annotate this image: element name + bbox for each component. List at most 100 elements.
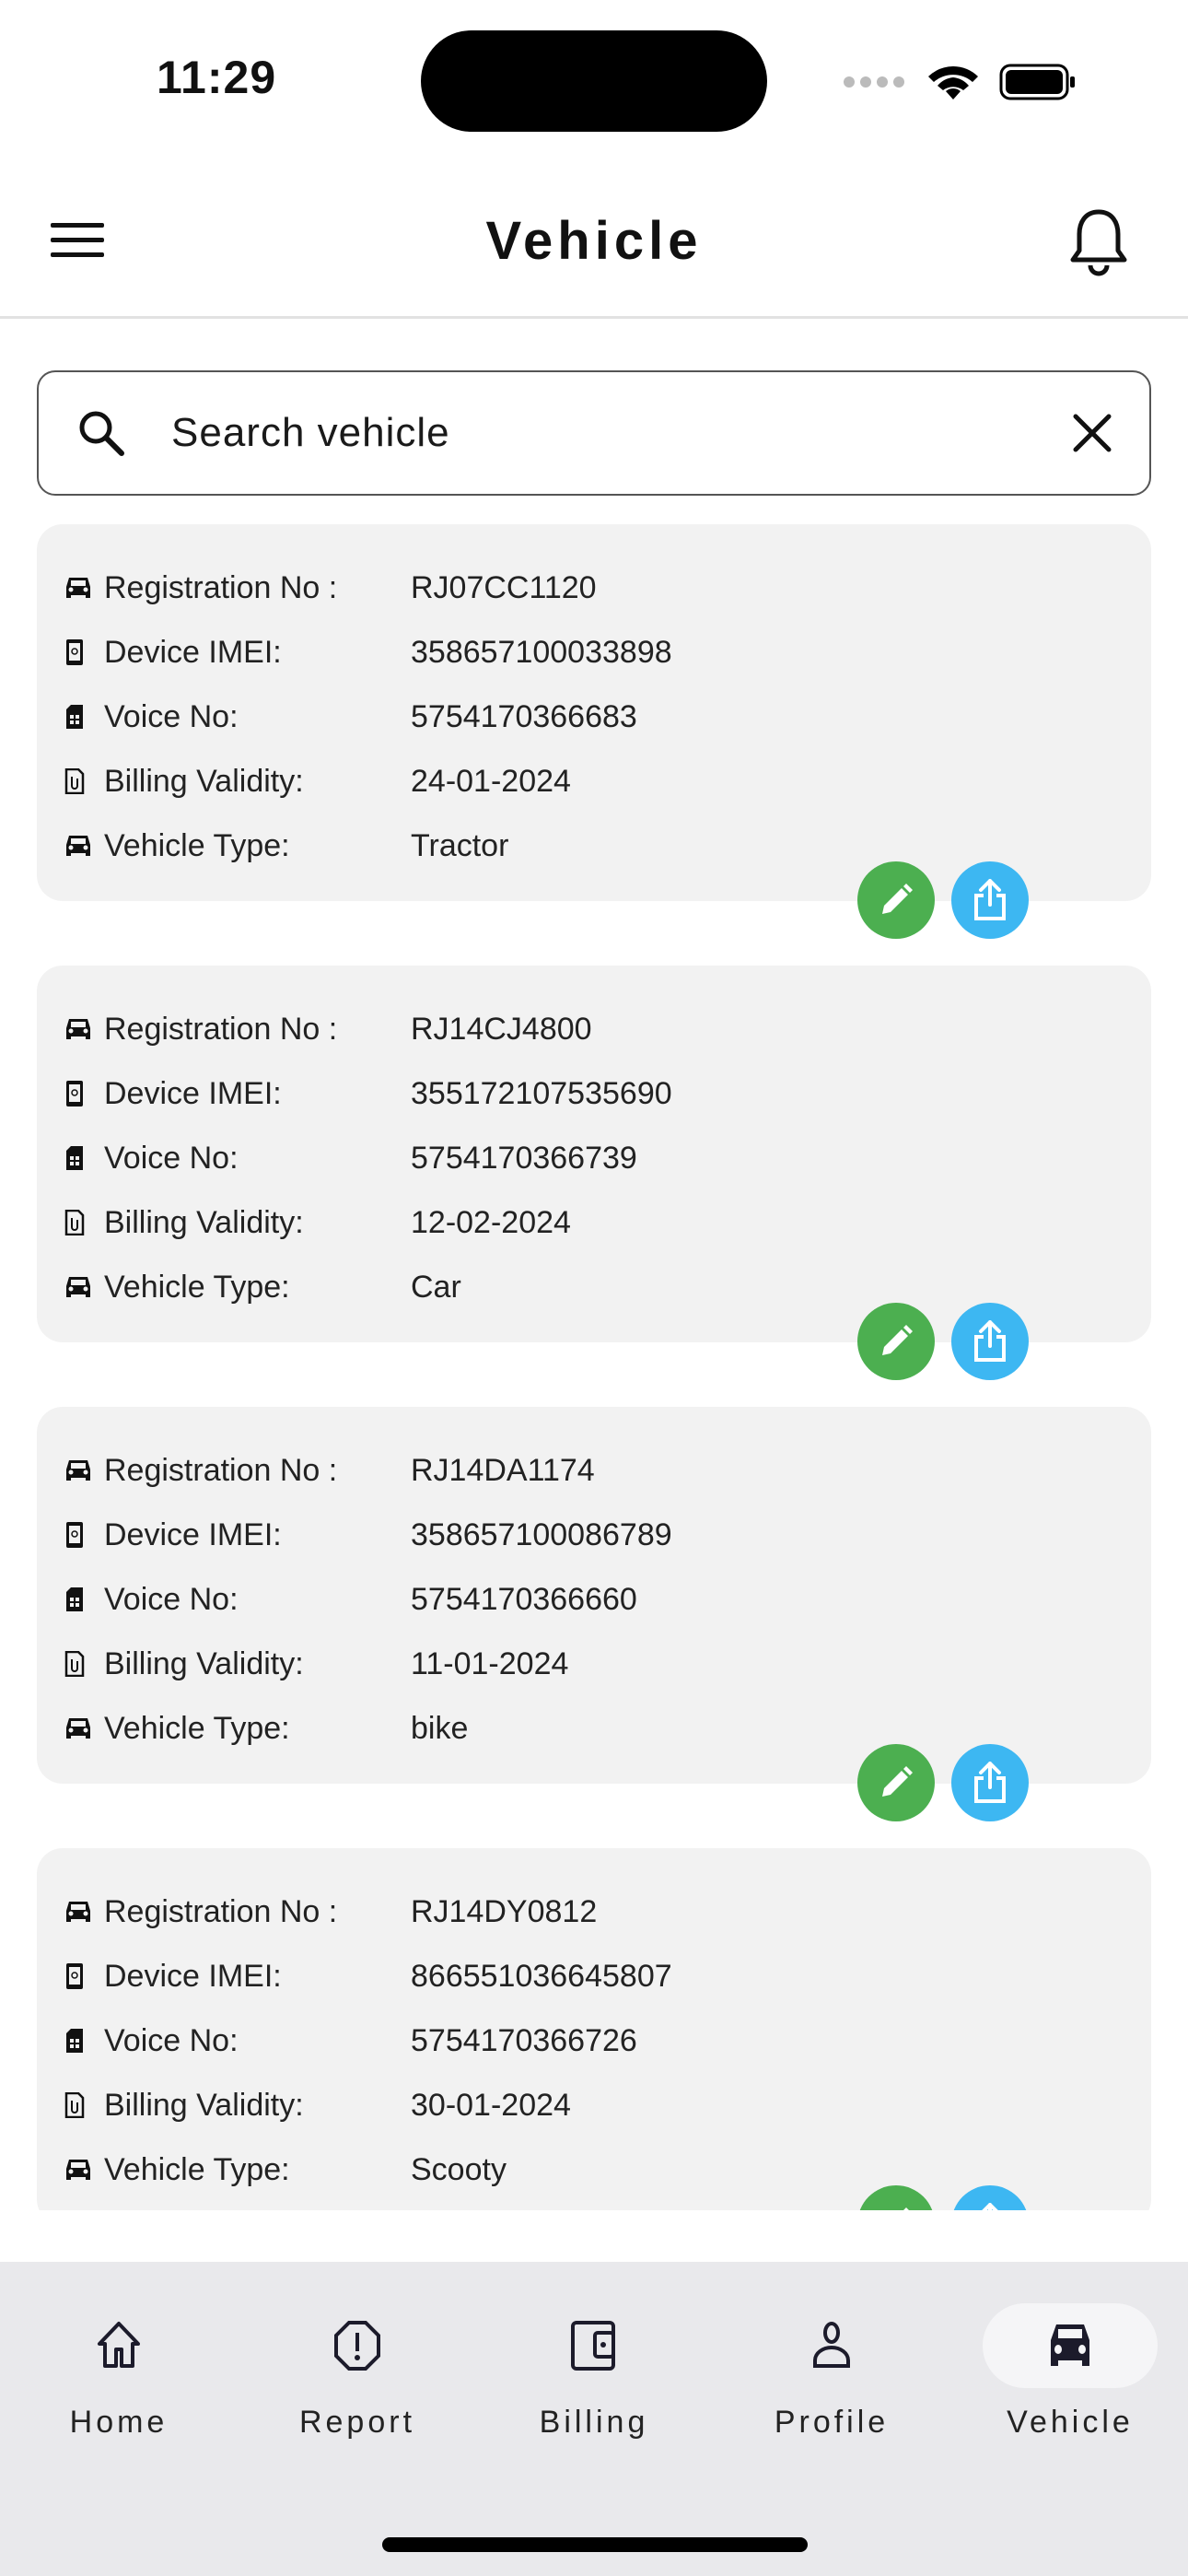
registration-label: Registration No : (104, 569, 338, 605)
billing-label: Billing Validity: (104, 2087, 304, 2123)
registration-label: Registration No : (104, 1452, 338, 1488)
sim-icon (64, 1586, 92, 1613)
billing-label: Billing Validity: (104, 763, 304, 799)
imei-value: 358657100086789 (411, 1516, 672, 1552)
vehicle-card: Registration No : RJ14CJ4800 Device IMEI:… (37, 966, 1151, 1380)
header-divider (0, 316, 1188, 319)
car-icon (64, 832, 92, 860)
imei-value: 866551036645807 (411, 1958, 672, 1994)
nav-tab-label: Report (298, 2405, 416, 2440)
type-value: Car (411, 1269, 461, 1305)
registration-row: Registration No : RJ07CC1120 (37, 556, 1151, 620)
page-title: Vehicle (485, 211, 703, 271)
car-icon (64, 2156, 92, 2184)
wifi-icon (928, 66, 978, 100)
notifications-button[interactable] (1068, 206, 1129, 281)
pencil-icon (882, 1766, 913, 1797)
device-icon (64, 638, 92, 666)
dynamic-island (421, 30, 767, 132)
bell-icon (1070, 209, 1127, 276)
type-label: Vehicle Type: (104, 2151, 290, 2187)
attachment-doc-icon (64, 2091, 92, 2119)
nav-tab-label: Vehicle (1007, 2405, 1134, 2440)
type-value: bike (411, 1710, 469, 1746)
imei-label: Device IMEI: (104, 1516, 282, 1552)
edit-button[interactable] (857, 1744, 935, 1821)
edit-button[interactable] (857, 1303, 935, 1380)
nav-tab-vehicle[interactable]: Vehicle (978, 2303, 1162, 2441)
sim-icon (64, 2027, 92, 2055)
voice-label: Voice No: (104, 2022, 239, 2058)
imei-value: 355172107535690 (411, 1075, 672, 1111)
type-label: Vehicle Type: (104, 1269, 290, 1305)
share-icon (974, 1762, 1006, 1803)
status-time: 11:29 (157, 52, 277, 103)
registration-label: Registration No : (104, 1011, 338, 1047)
share-icon (974, 879, 1006, 920)
billing-row: Billing Validity: 24-01-2024 (37, 749, 1151, 814)
attachment-doc-icon (64, 1209, 92, 1236)
edit-button[interactable] (857, 861, 935, 939)
sim-icon (64, 703, 92, 731)
search-placeholder: Search vehicle (171, 410, 450, 455)
voice-row: Voice No: 5754170366683 (37, 685, 1151, 749)
type-label: Vehicle Type: (104, 827, 290, 863)
imei-label: Device IMEI: (104, 634, 282, 670)
voice-row: Voice No: 5754170366726 (37, 2008, 1151, 2073)
voice-row: Voice No: 5754170366739 (37, 1126, 1151, 1190)
nav-tab-report[interactable]: Report (265, 2303, 449, 2441)
registration-value: RJ14CJ4800 (411, 1011, 592, 1047)
registration-value: RJ14DY0812 (411, 1893, 598, 1929)
vehicle-card: Registration No : RJ14DA1174 Device IMEI:… (37, 1407, 1151, 1821)
device-icon (64, 1521, 92, 1549)
imei-label: Device IMEI: (104, 1075, 282, 1111)
imei-label: Device IMEI: (104, 1958, 282, 1994)
vehicle-list[interactable]: Registration No : RJ07CC1120 Device IMEI:… (37, 524, 1151, 2210)
nav-tab-label: Home (69, 2405, 169, 2440)
registration-row: Registration No : RJ14DA1174 (37, 1438, 1151, 1503)
share-button[interactable] (951, 1303, 1029, 1380)
pencil-icon (882, 1325, 913, 1355)
car-icon (64, 1898, 92, 1926)
vehicle-card: Registration No : RJ07CC1120 Device IMEI:… (37, 524, 1151, 939)
nav-tab-home[interactable]: Home (27, 2303, 211, 2441)
imei-row: Device IMEI: 866551036645807 (37, 1944, 1151, 2008)
billing-value: 11-01-2024 (411, 1645, 569, 1681)
voice-label: Voice No: (104, 1581, 239, 1617)
voice-label: Voice No: (104, 1140, 239, 1176)
car-icon (64, 1715, 92, 1742)
voice-value: 5754170366683 (411, 698, 637, 734)
voice-value: 5754170366726 (411, 2022, 637, 2058)
nav-tab-profile[interactable]: Profile (740, 2303, 924, 2441)
imei-row: Device IMEI: 355172107535690 (37, 1061, 1151, 1126)
sim-icon (64, 1144, 92, 1172)
car-icon (64, 1457, 92, 1484)
share-icon (982, 2203, 998, 2210)
nav-tab-billing[interactable]: Billing (502, 2303, 686, 2441)
share-button[interactable] (951, 1744, 1029, 1821)
voice-label: Voice No: (104, 698, 239, 734)
bottom-nav: Home Report Billing Profile Vehicle (0, 2262, 1188, 2576)
billing-row: Billing Validity: 12-02-2024 (37, 1190, 1151, 1255)
share-icon (974, 1320, 1006, 1362)
wallet-icon (507, 2303, 681, 2388)
clear-search-button[interactable] (1072, 413, 1112, 453)
billing-label: Billing Validity: (104, 1645, 304, 1681)
signal-icon (844, 76, 904, 88)
search-input[interactable]: Search vehicle (37, 370, 1151, 496)
vehicle-card: Registration No : RJ14DY0812 Device IMEI:… (37, 1848, 1151, 2210)
imei-row: Device IMEI: 358657100033898 (37, 620, 1151, 685)
imei-value: 358657100033898 (411, 634, 672, 670)
nav-tab-label: Billing (539, 2405, 649, 2440)
registration-value: RJ07CC1120 (411, 569, 597, 605)
car-icon (983, 2303, 1158, 2388)
share-button[interactable] (951, 861, 1029, 939)
billing-value: 30-01-2024 (411, 2087, 571, 2123)
billing-row: Billing Validity: 11-01-2024 (37, 1632, 1151, 1696)
registration-row: Registration No : RJ14DY0812 (37, 1879, 1151, 1944)
car-icon (64, 1273, 92, 1301)
nav-tab-label: Profile (774, 2405, 890, 2440)
car-icon (64, 574, 92, 602)
status-icons (843, 63, 1077, 101)
pencil-icon (903, 2207, 909, 2210)
